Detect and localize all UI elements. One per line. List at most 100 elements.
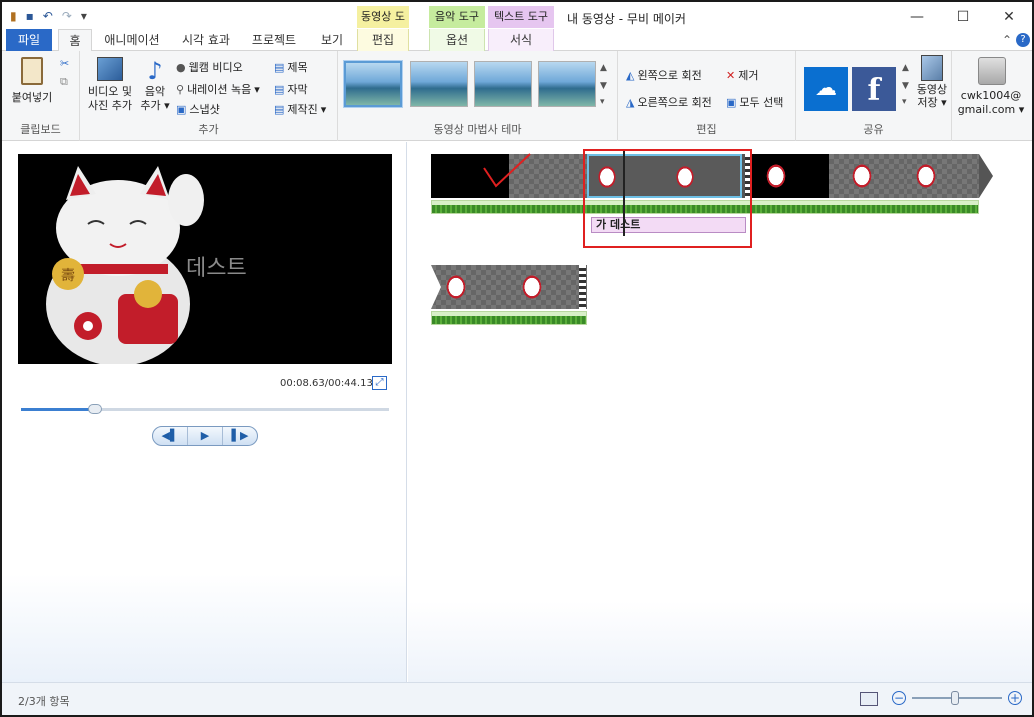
cat-thumbnail-5: [913, 160, 939, 192]
zoom-slider[interactable]: [912, 691, 1002, 705]
window-title: 내 동영상 - 무비 메이커: [567, 12, 686, 26]
context-header-video: 동영상 도구: [357, 6, 409, 45]
account-email-line2-row[interactable]: gmail.com ▾: [952, 103, 1030, 116]
gallery-down-icon[interactable]: ▼: [600, 81, 607, 91]
add-video-photo-button[interactable]: 비디오 및 사진 추가: [84, 57, 136, 113]
title-label: 제목: [287, 61, 308, 74]
preview-pane: 壽 데스트 00:08.63/00:44.13 ⤢ ◀▌ ▶ ▌▶: [2, 142, 407, 682]
save-movie-button[interactable]: 동영상 저장 ▾: [912, 55, 952, 109]
storyboard-view-icon[interactable]: [860, 692, 878, 706]
context-header-text: 텍스트 도구: [488, 6, 554, 28]
storyboard-pane: 가 데스트: [408, 142, 1032, 682]
customize-qat-icon[interactable]: ▾: [81, 9, 87, 23]
status-item-count: 2/3개 항목: [18, 695, 70, 708]
quick-access-toolbar: ▮ ▪ ↶ ↷ ▾: [10, 9, 87, 23]
redo-icon[interactable]: ↷: [62, 9, 72, 23]
share-gallery-more-icon[interactable]: ▾: [902, 97, 907, 107]
rotate-left-icon: ◭: [626, 68, 635, 82]
add-music-label-2-row: 추가 ▾: [140, 99, 170, 112]
narration-button[interactable]: ⚲ 내레이션 녹음 ▾: [176, 81, 260, 97]
ribbon-collapse-icon[interactable]: ⌃: [1000, 29, 1014, 51]
video-preview[interactable]: 壽 데스트: [18, 154, 392, 364]
help-icon[interactable]: ?: [1016, 33, 1030, 47]
play-icon[interactable]: ▶: [188, 427, 223, 445]
snapshot-label: 스냅샷: [189, 103, 220, 116]
add-music-label-2: 추가: [140, 99, 161, 112]
tab-music-options[interactable]: 옵션: [429, 29, 485, 51]
theme-thumbnail-3[interactable]: [474, 61, 532, 107]
cat-thumbnail-3: [763, 160, 789, 192]
video-overlay-caption: 데스트: [186, 256, 247, 281]
add-music-label-1: 음악: [144, 85, 166, 98]
webcam-video-button[interactable]: ● 웹캠 비디오: [176, 59, 243, 75]
caption-icon: ▤: [274, 82, 285, 96]
playback-time: 00:08.63/00:44.13: [280, 378, 373, 389]
ribbon-tabs: 파일 홈 애니메이션 시각 효과 프로젝트 보기 편집 옵션 서식 ⌃ ?: [2, 29, 1032, 52]
remove-button[interactable]: ✕ 제거: [726, 67, 758, 83]
video-clip-2[interactable]: [431, 265, 587, 309]
svg-text:壽: 壽: [61, 268, 75, 284]
film-photo-icon: [97, 57, 123, 81]
clipboard-group-label: 클립보드: [20, 123, 61, 136]
theme-thumbnail-1[interactable]: [343, 60, 403, 108]
rotate-right-button[interactable]: ◮ 오른쪽으로 회전: [626, 94, 712, 110]
paste-button[interactable]: 붙여넣기: [8, 57, 56, 105]
facebook-button[interactable]: f: [852, 67, 896, 111]
cat-thumbnail-6: [443, 271, 469, 303]
undo-icon[interactable]: ↶: [43, 9, 53, 23]
account-email-line1[interactable]: cwk1004@: [952, 89, 1030, 102]
status-bar: 2/3개 항목 − +: [2, 682, 1032, 715]
share-gallery-up-icon[interactable]: ▲: [902, 63, 909, 73]
webcam-label: 웹캠 비디오: [188, 61, 243, 74]
share-gallery-down-icon[interactable]: ▼: [902, 81, 909, 91]
select-all-button[interactable]: ▣ 모두 선택: [726, 94, 783, 110]
tab-animation[interactable]: 애니메이션: [102, 29, 162, 51]
gallery-more-icon[interactable]: ▾: [600, 97, 605, 107]
zoom-in-icon[interactable]: +: [1008, 691, 1022, 705]
onedrive-button[interactable]: ☁: [804, 67, 848, 111]
minimize-button[interactable]: —: [894, 2, 940, 32]
group-share: ☁ f ▲ ▼ ▾ 동영상 저장 ▾ 공유: [796, 51, 952, 141]
tab-home[interactable]: 홈: [58, 29, 92, 52]
select-all-label: 모두 선택: [739, 96, 784, 109]
share-group-label: 공유: [863, 123, 884, 136]
caption-button[interactable]: ▤ 자막: [274, 81, 308, 97]
close-button[interactable]: ✕: [986, 2, 1032, 32]
rotate-left-button[interactable]: ◭ 왼쪽으로 회전: [626, 67, 702, 83]
zoom-slider-handle[interactable]: [951, 691, 960, 705]
maximize-button[interactable]: ☐: [940, 2, 986, 32]
copy-icon[interactable]: ⧉: [60, 75, 68, 89]
seek-bar[interactable]: [21, 404, 389, 414]
audio-track-2[interactable]: [431, 311, 587, 325]
title-button[interactable]: ▤ 제목: [274, 59, 308, 75]
zoom-out-icon[interactable]: −: [892, 691, 906, 705]
save-movie-label-2-row: 저장 ▾: [917, 96, 947, 109]
gallery-up-icon[interactable]: ▲: [600, 63, 607, 73]
tab-visual-effects[interactable]: 시각 효과: [178, 29, 234, 51]
tab-file[interactable]: 파일: [6, 29, 52, 51]
tab-text-format[interactable]: 서식: [488, 29, 554, 51]
clip-frame-4: [829, 154, 907, 198]
credits-button[interactable]: ▤ 제작진 ▾: [274, 101, 326, 117]
cut-icon[interactable]: ✂: [60, 57, 69, 70]
next-frame-icon[interactable]: ▌▶: [223, 427, 257, 445]
add-music-button[interactable]: ♪ 음악 추가 ▾: [140, 57, 170, 113]
clip-frame-3: [751, 154, 829, 198]
paste-label: 붙여넣기: [11, 91, 53, 104]
seek-bar-handle[interactable]: [87, 404, 102, 414]
tab-video-edit[interactable]: 편집: [357, 29, 409, 51]
group-add: 비디오 및 사진 추가 ♪ 음악 추가 ▾ ● 웹캠 비디오 ⚲ 내레이션 녹음 ▾…: [80, 51, 338, 141]
tab-view[interactable]: 보기: [316, 29, 348, 51]
app-icon[interactable]: ▮: [10, 9, 17, 23]
save-icon[interactable]: ▪: [26, 9, 34, 23]
previous-frame-icon[interactable]: ◀▌: [153, 427, 188, 445]
tab-project[interactable]: 프로젝트: [250, 29, 298, 51]
fullscreen-preview-icon[interactable]: ⤢: [372, 376, 387, 390]
themes-group-label: 동영상 마법사 테마: [433, 123, 522, 136]
clip-start-notch: [431, 265, 441, 309]
seek-bar-fill: [21, 408, 95, 411]
avatar[interactable]: [978, 57, 1006, 85]
theme-thumbnail-4[interactable]: [538, 61, 596, 107]
theme-thumbnail-2[interactable]: [410, 61, 468, 107]
snapshot-button[interactable]: ▣ 스냅샷: [176, 101, 220, 117]
